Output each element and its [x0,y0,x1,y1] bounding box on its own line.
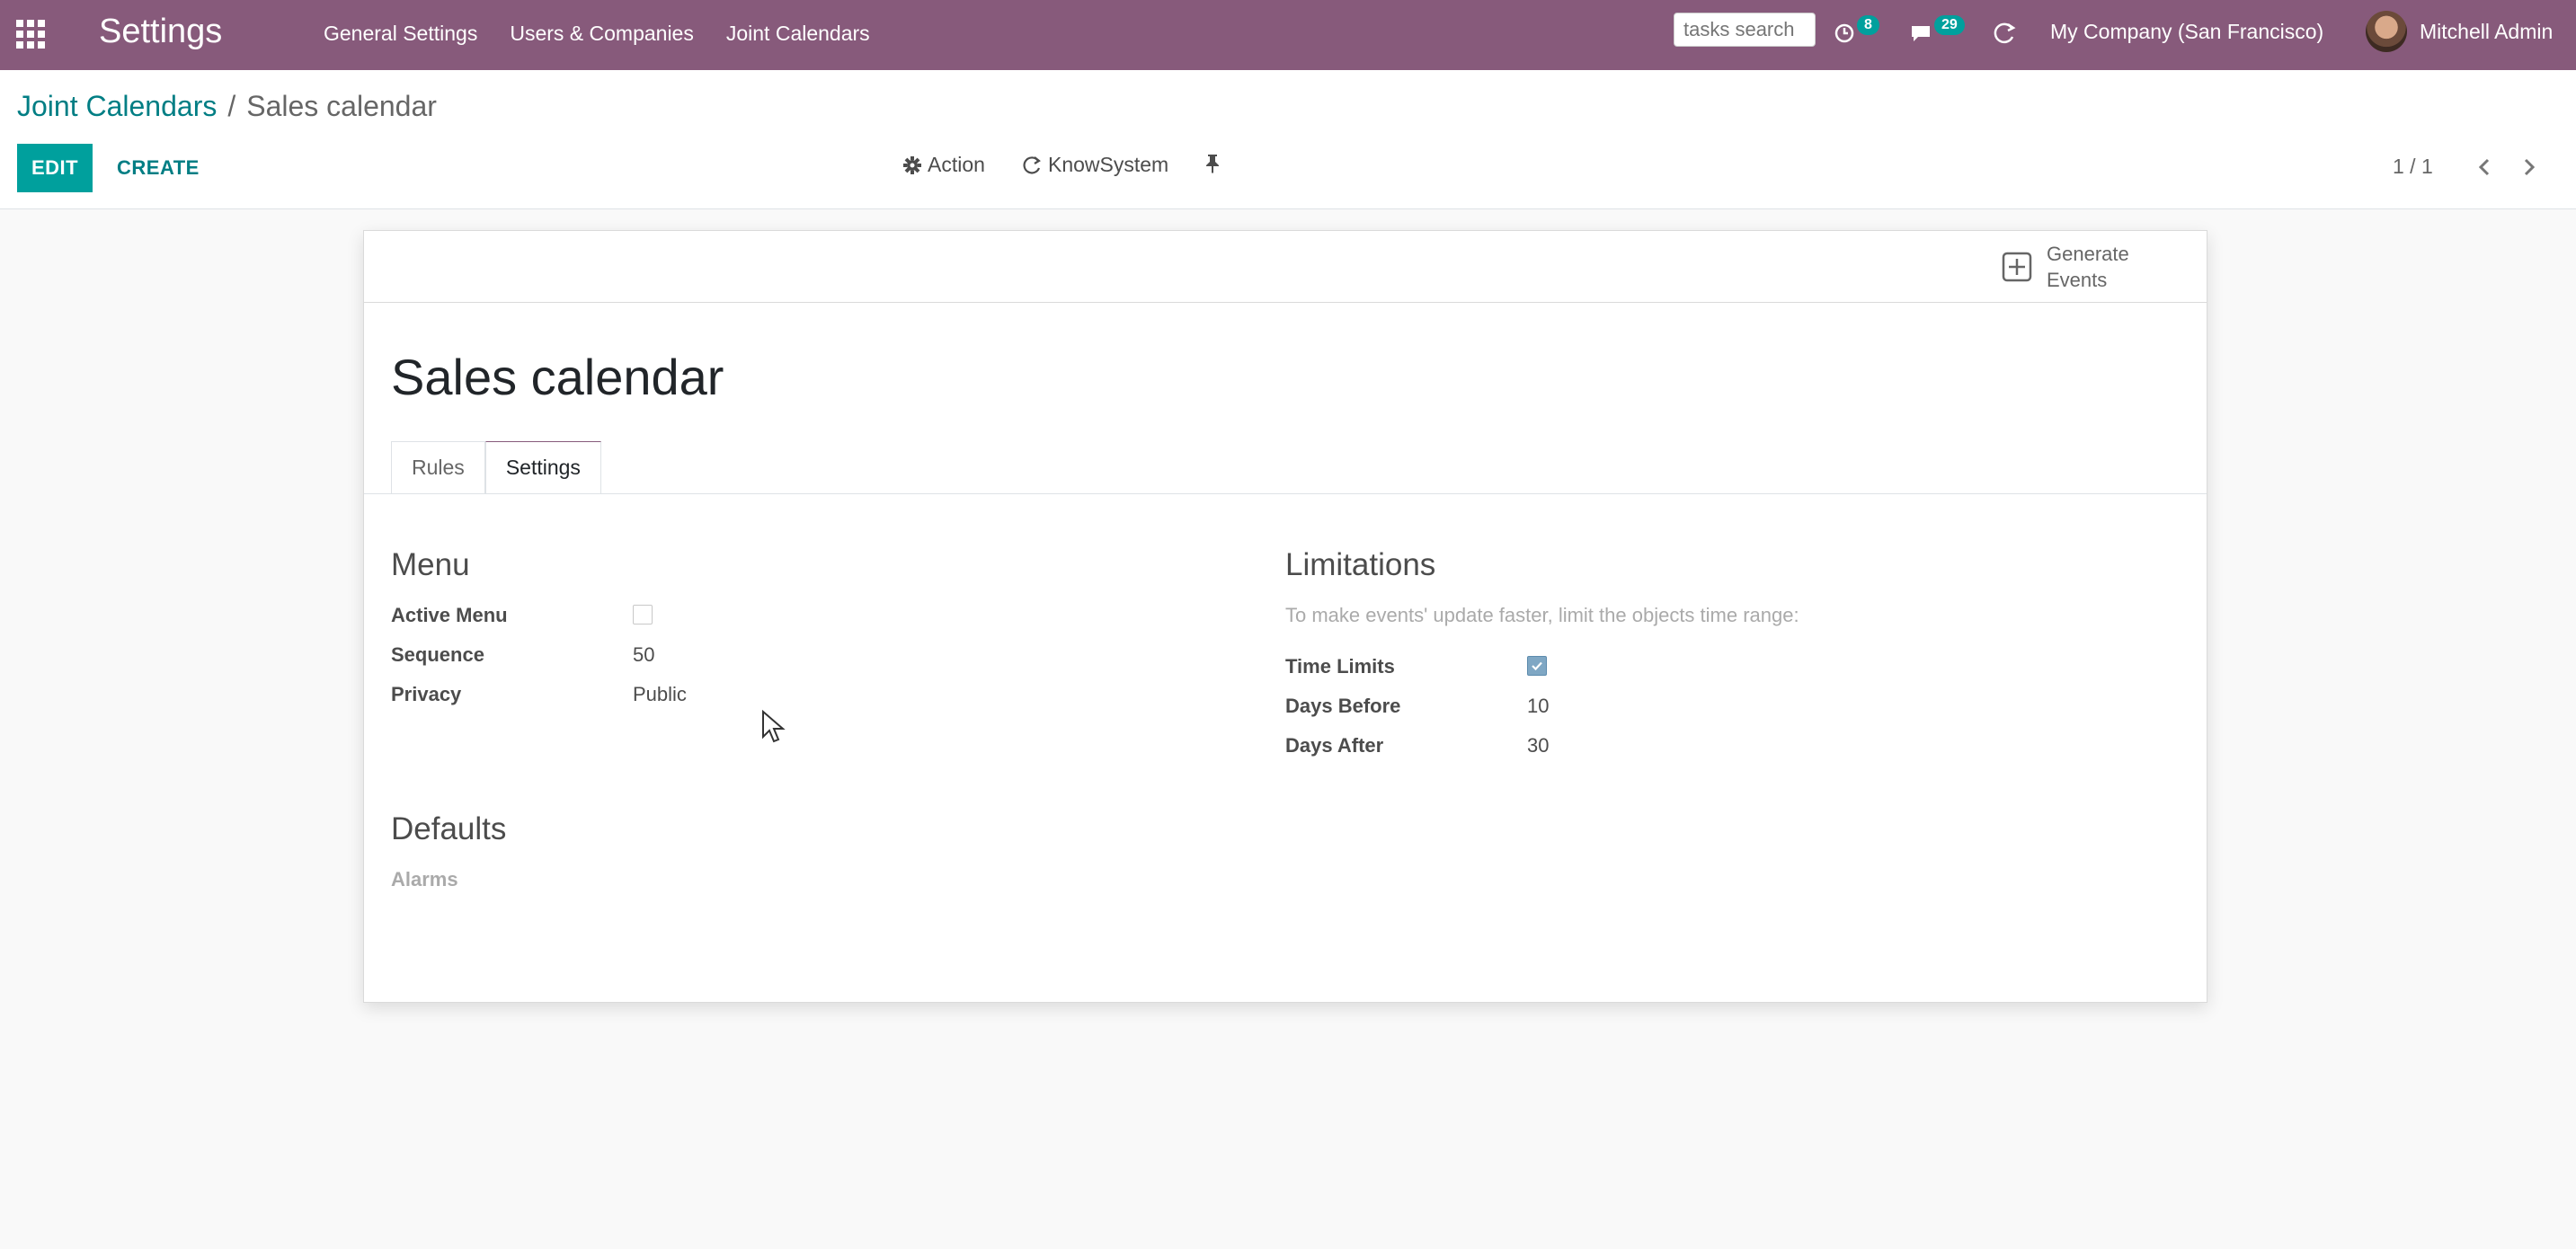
action-label: Action [928,153,985,176]
chat-icon [1912,26,1930,41]
menu-joint-calendars[interactable]: Joint Calendars [726,22,870,46]
time-limits-checkbox[interactable] [1527,656,1547,676]
apps-menu-icon[interactable] [16,20,45,49]
days-after-label: Days After [1285,734,1384,757]
pin-button[interactable] [1204,153,1226,174]
action-dropdown[interactable]: Action [902,153,985,177]
check-icon [1532,661,1542,671]
refresh-bubble-icon [1994,22,2016,44]
menu-general-settings[interactable]: General Settings [324,22,477,46]
edit-button[interactable]: EDIT [17,144,93,192]
app-brand[interactable]: Settings [99,13,222,51]
tabs-divider [364,493,2207,494]
button-box: Generate Events [364,231,2207,303]
breadcrumb-separator: / [227,90,236,122]
plus-square-icon [2002,252,2032,282]
top-menu: General Settings Users & Companies Joint… [324,22,902,46]
alarms-label: Alarms [391,868,458,890]
record-title: Sales calendar [391,349,724,405]
generate-events-button[interactable]: Generate Events [2002,240,2163,294]
activity-count-badge: 8 [1857,15,1879,35]
chevron-left-icon [2478,158,2490,176]
user-avatar[interactable] [2366,11,2407,52]
sequence-value: 50 [633,643,655,666]
limitations-group-title: Limitations [1285,547,1436,582]
control-panel: Joint Calendars / Sales calendar EDIT CREA… [0,70,2576,209]
messages-count-badge: 29 [1934,15,1965,35]
active-menu-label: Active Menu [391,604,508,626]
gear-icon [903,155,921,174]
notebook-tabs: Rules Settings [391,441,601,493]
knowsystem-menu[interactable] [1992,18,2017,49]
mouse-cursor-icon [762,710,786,743]
activity-menu[interactable]: 8 [1834,15,1879,49]
company-switcher[interactable]: My Company (San Francisco) [2050,20,2323,44]
menu-group-title: Menu [391,547,470,582]
generate-events-label: Generate Events [2047,243,2129,291]
privacy-value: Public [633,683,687,705]
tasks-search-input[interactable] [1674,13,1816,47]
form-sheet: Generate Events Sales calendar Rules Set… [363,230,2207,1003]
menu-users-companies[interactable]: Users & Companies [510,22,694,46]
pin-icon [1206,155,1219,173]
days-before-label: Days Before [1285,695,1401,717]
knowsystem-dropdown[interactable]: KnowSystem [1021,153,1168,177]
breadcrumb-parent-link[interactable]: Joint Calendars [17,90,217,122]
chevron-right-icon [2524,158,2536,176]
user-menu[interactable]: Mitchell Admin [2420,20,2553,44]
breadcrumb: Joint Calendars / Sales calendar [17,90,437,123]
pager-value[interactable]: 1 / 1 [2393,155,2433,179]
time-limits-label: Time Limits [1285,655,1395,678]
active-menu-checkbox[interactable] [633,605,653,624]
days-after-value: 30 [1527,734,1550,757]
messaging-menu[interactable]: 29 [1909,15,1965,49]
pager-next-button[interactable] [2513,151,2545,183]
clock-icon [1834,23,1854,43]
breadcrumb-current: Sales calendar [246,90,437,122]
create-button[interactable]: CREATE [106,144,210,192]
top-navbar: Settings General Settings Users & Compan… [0,0,2576,70]
tab-settings[interactable]: Settings [484,441,601,493]
pager-previous-button[interactable] [2468,151,2500,183]
sequence-label: Sequence [391,643,484,666]
defaults-group-title: Defaults [391,811,507,846]
refresh-bubble-icon [1023,155,1041,173]
days-before-value: 10 [1527,695,1550,717]
knowsystem-label: KnowSystem [1048,153,1169,176]
tab-rules[interactable]: Rules [391,441,485,493]
limitations-help-text: To make events' update faster, limit the… [1285,604,1799,626]
privacy-label: Privacy [391,683,462,705]
